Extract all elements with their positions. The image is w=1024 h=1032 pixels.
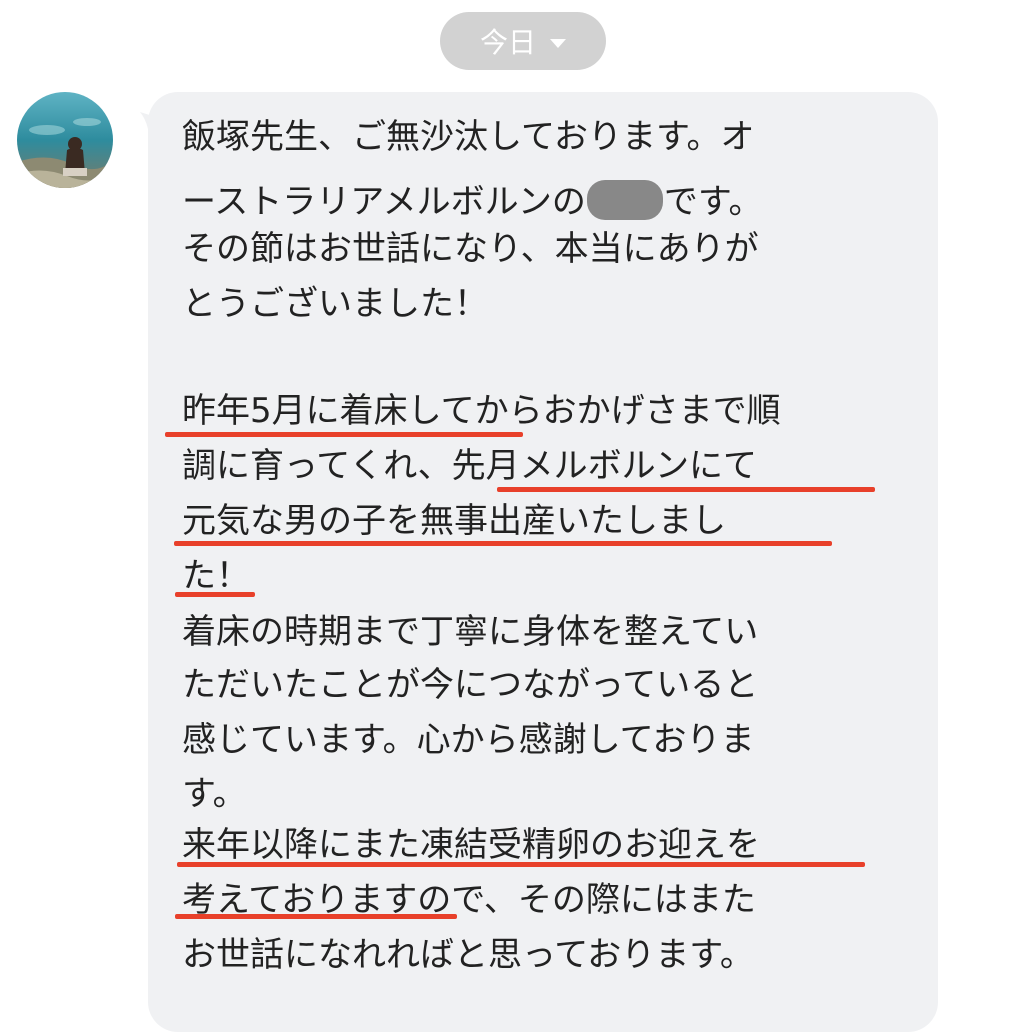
message-line: 考えておりますので、その際にはまた (182, 880, 756, 920)
message-line: 元気な男の子を無事出産いたしまし (182, 501, 726, 541)
message-text: ーストラリアメルボルンの (182, 182, 586, 222)
message-line: とうございました！ (182, 284, 488, 324)
avatar[interactable] (17, 92, 113, 188)
message-line: す。 (182, 774, 247, 814)
message-line: 調に育ってくれ、先月メルボルンにて (182, 446, 757, 486)
message-line: その節はお世話になり、本当にありが (182, 229, 759, 269)
date-label: 今日 (479, 26, 536, 59)
message-line: 飯塚先生、ご無沙汰しております。オ (182, 117, 755, 157)
message-line: ーストラリアメルボルンの です。 (182, 180, 763, 220)
highlight-underline (165, 432, 523, 437)
message-line: ただいたことが今につながっていると (182, 665, 759, 705)
message-line: 着床の時期まで丁寧に身体を整えてい (182, 612, 759, 652)
highlight-underline (497, 487, 875, 492)
redacted-name (586, 180, 663, 220)
date-dropdown[interactable]: 今日 (440, 12, 606, 70)
message-text: です。 (663, 182, 763, 222)
message-line: た！ (182, 556, 250, 596)
message-line: 感じています。心から感謝しておりま (182, 720, 755, 760)
highlight-underline (175, 914, 457, 919)
message-line: お世話になれればと思っております。 (182, 935, 754, 975)
highlight-underline (177, 862, 865, 867)
message-line: 昨年5月に着床してからおかげさまで順 (182, 391, 781, 431)
caret-down-icon (550, 38, 566, 48)
highlight-underline (175, 592, 255, 597)
avatar-image (17, 92, 113, 188)
message-line: 来年以降にまた凍結受精卵のお迎えを (182, 825, 760, 865)
highlight-underline (174, 541, 832, 546)
